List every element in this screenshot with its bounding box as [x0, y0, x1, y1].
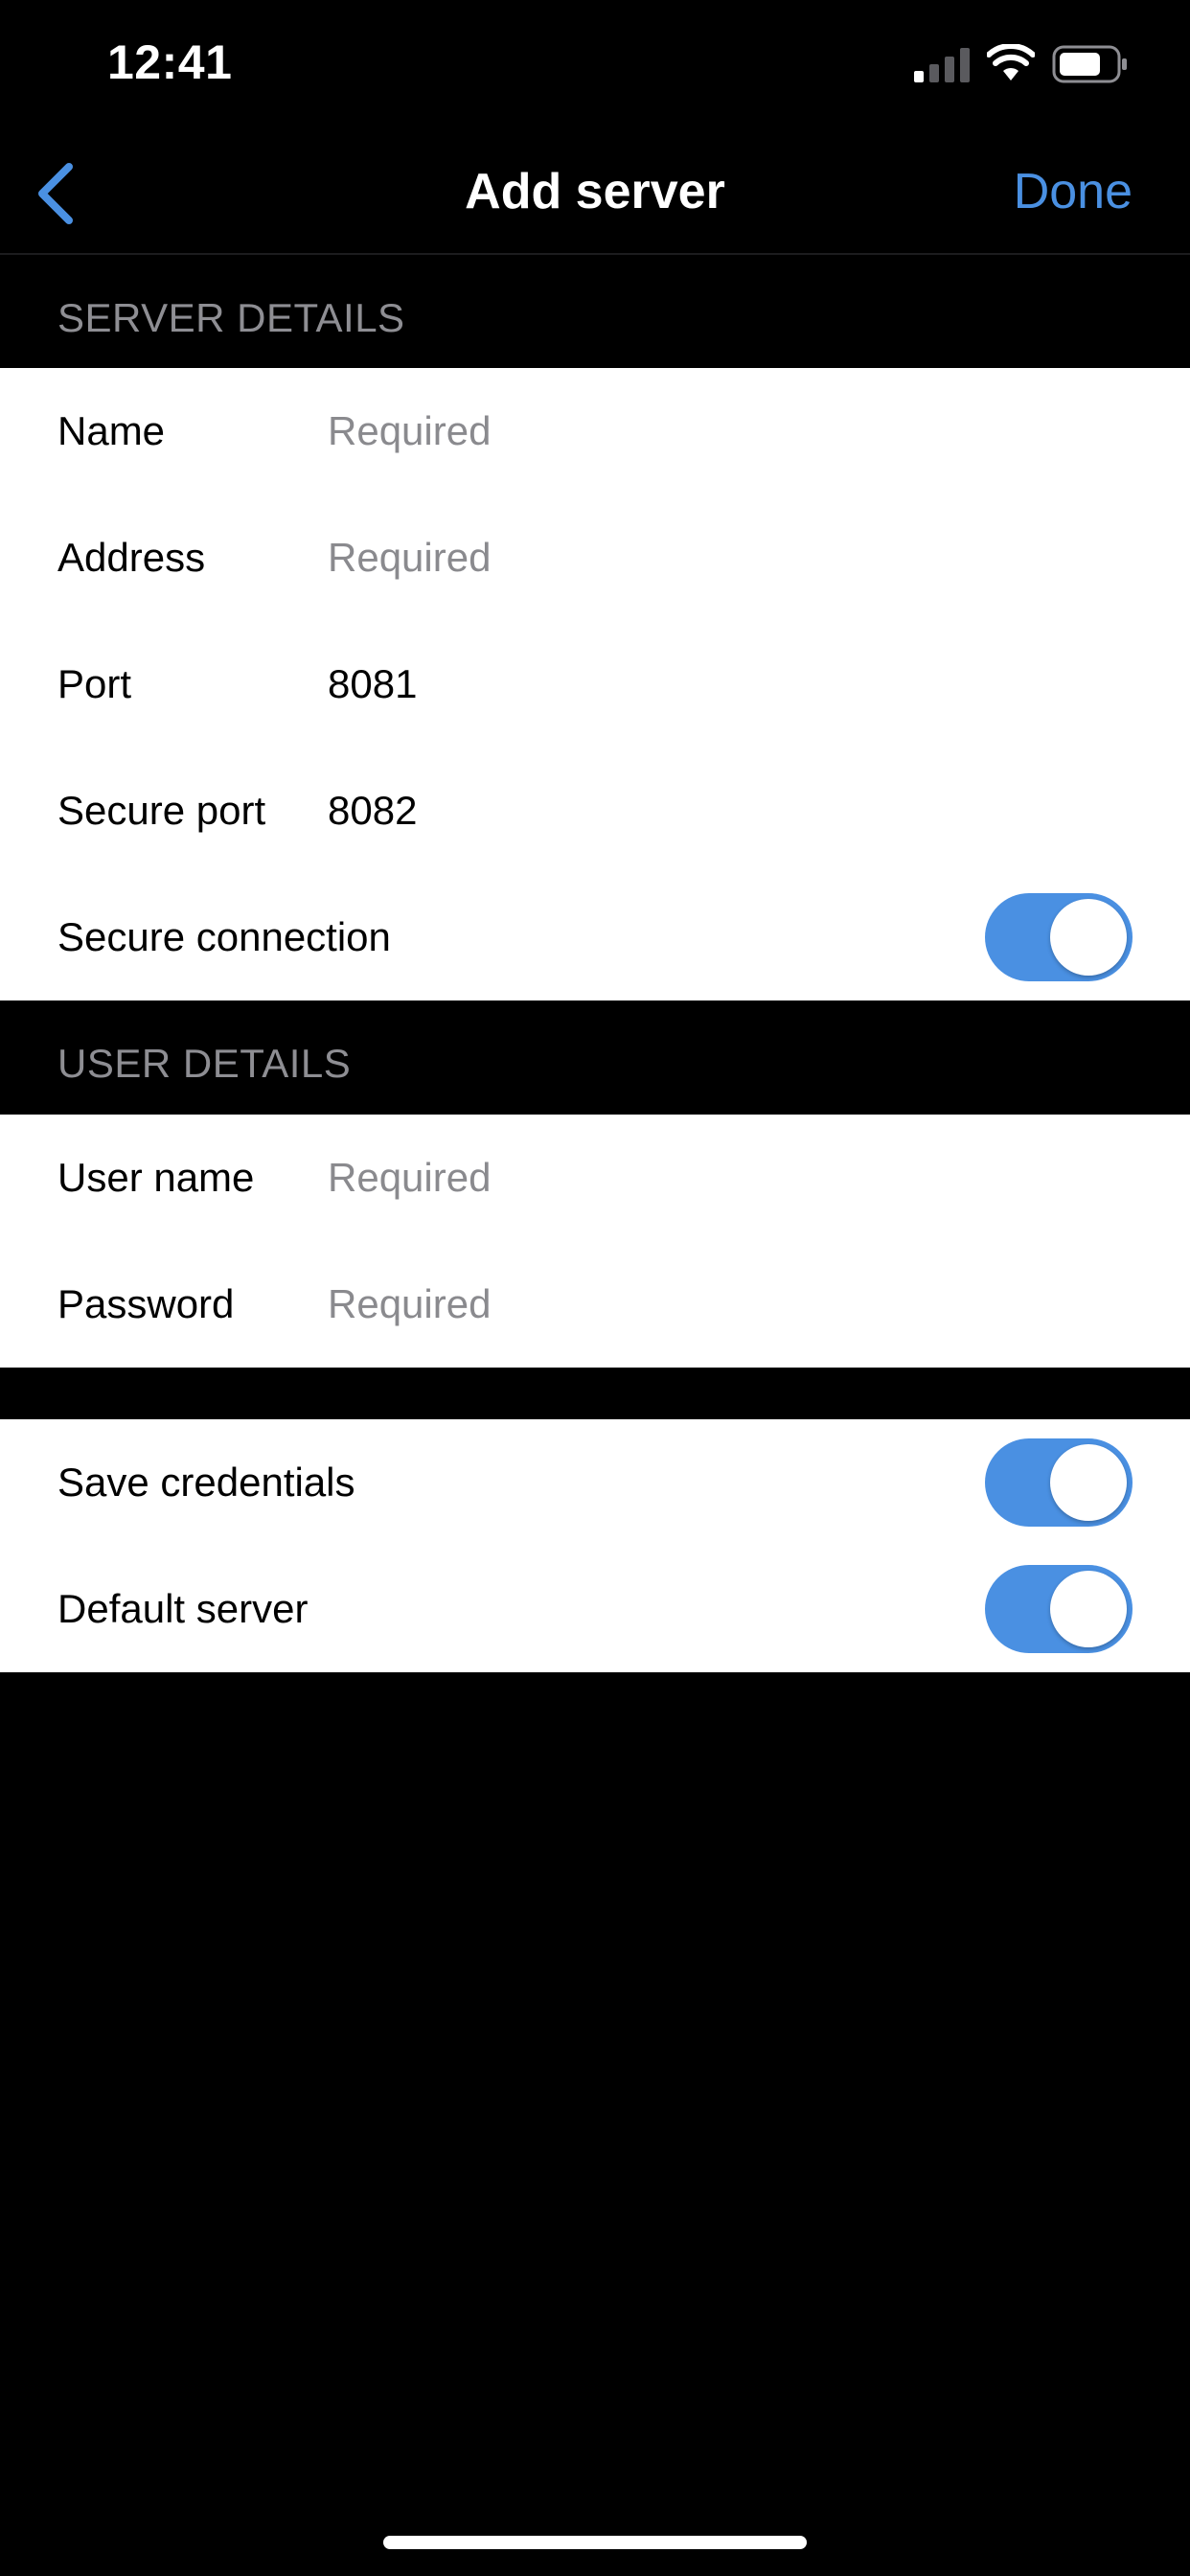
port-row: Port: [0, 621, 1190, 748]
port-input[interactable]: [328, 654, 1094, 715]
name-row: Name: [0, 368, 1190, 494]
secure-port-label: Secure port: [57, 788, 266, 833]
server-details-group: Name Address Port Secure port Secure con…: [0, 368, 1190, 1000]
address-label: Address: [57, 535, 206, 580]
battery-icon: [1052, 45, 1127, 83]
password-label: Password: [57, 1281, 235, 1326]
secure-connection-label: Secure connection: [57, 914, 391, 959]
default-server-label: Default server: [57, 1586, 309, 1631]
save-credentials-toggle[interactable]: [985, 1438, 1133, 1527]
user-name-row: User name: [0, 1115, 1190, 1241]
user-details-header: USER DETAILS: [0, 1000, 1190, 1114]
server-details-header: SERVER DETAILS: [0, 255, 1190, 368]
secure-port-row: Secure port: [0, 748, 1190, 874]
signal-icon: [914, 48, 970, 82]
address-row: Address: [0, 494, 1190, 621]
user-details-group: User name Password: [0, 1115, 1190, 1368]
status-time: 12:41: [107, 35, 233, 89]
user-name-input[interactable]: [328, 1147, 1094, 1208]
default-server-row: Default server: [0, 1546, 1190, 1672]
status-bar: 12:41: [0, 0, 1190, 134]
secure-port-input[interactable]: [328, 780, 1094, 841]
address-input[interactable]: [328, 527, 1094, 588]
options-group: Save credentials Default server: [0, 1419, 1190, 1672]
save-credentials-label: Save credentials: [57, 1460, 355, 1505]
user-details-header-label: USER DETAILS: [57, 1041, 352, 1086]
secure-connection-toggle[interactable]: [985, 893, 1133, 981]
save-credentials-row: Save credentials: [0, 1419, 1190, 1546]
toggle-knob: [1050, 899, 1127, 976]
page-title: Add server: [465, 164, 725, 219]
secure-connection-row: Secure connection: [0, 874, 1190, 1000]
done-button[interactable]: Done: [1014, 163, 1133, 220]
password-input[interactable]: [328, 1274, 1094, 1335]
toggle-knob: [1050, 1571, 1127, 1647]
server-details-header-label: SERVER DETAILS: [57, 295, 405, 340]
password-row: Password: [0, 1241, 1190, 1368]
toggle-knob: [1050, 1444, 1127, 1521]
default-server-toggle[interactable]: [985, 1565, 1133, 1653]
user-name-label: User name: [57, 1155, 255, 1200]
navigation-bar: Add server Done: [0, 134, 1190, 255]
name-input[interactable]: [328, 401, 1094, 462]
port-label: Port: [57, 661, 132, 706]
wifi-icon: [987, 44, 1035, 80]
home-indicator[interactable]: [383, 2536, 807, 2549]
name-label: Name: [57, 408, 166, 453]
